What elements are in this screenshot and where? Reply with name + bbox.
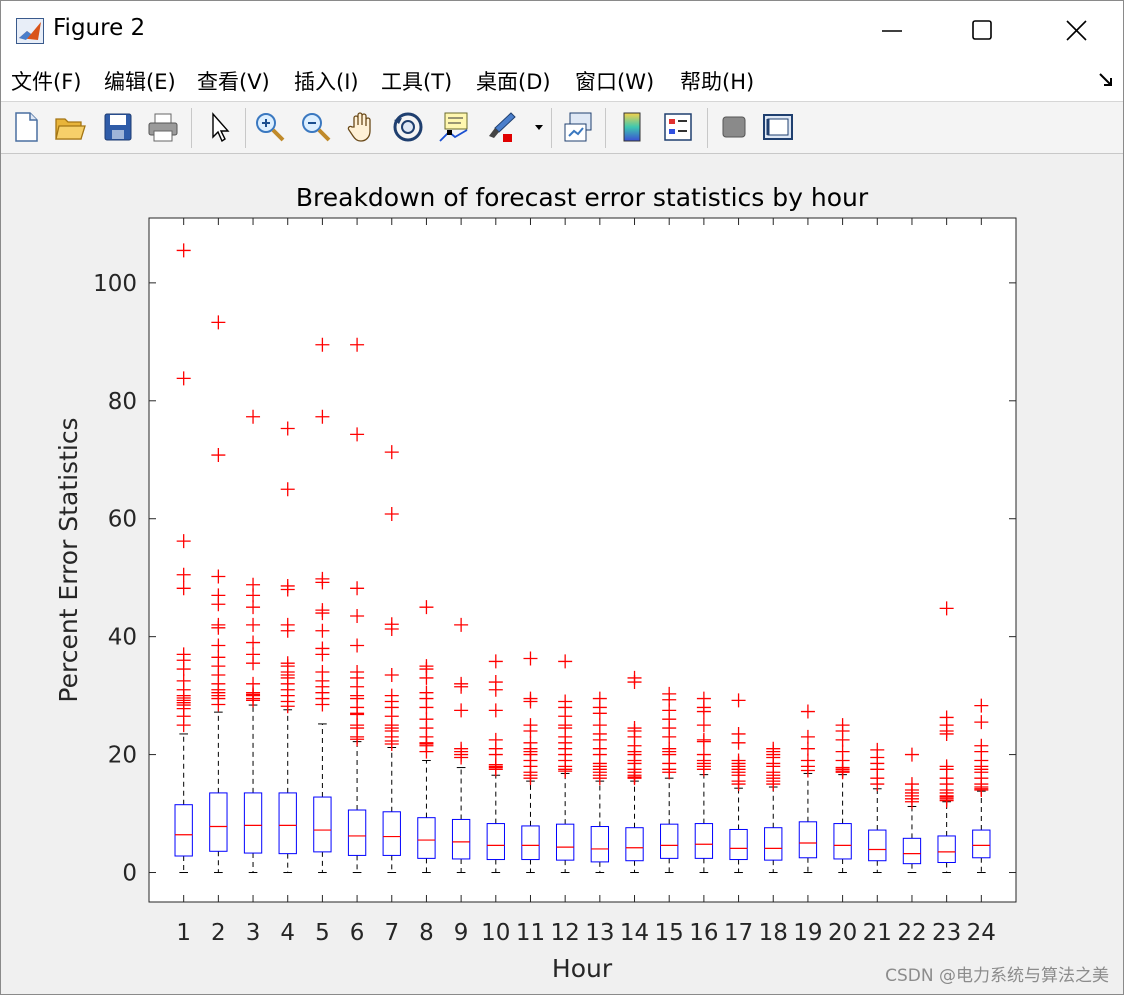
menu-file[interactable]: 文件(F) — [11, 66, 81, 96]
menu-tools[interactable]: 工具(T) — [381, 66, 452, 96]
brush-button[interactable] — [485, 110, 519, 144]
x-tick-label: 22 — [897, 920, 926, 946]
y-tick-label: 100 — [93, 271, 137, 297]
colorbar-button[interactable] — [615, 110, 649, 144]
colorbar-icon — [623, 112, 641, 142]
brush-icon — [489, 112, 516, 142]
chart-area: Breakdown of forecast error statistics b… — [1, 154, 1123, 994]
pan-hand-icon — [347, 112, 371, 142]
y-tick-label: 0 — [122, 861, 137, 887]
y-axis-label: Percent Error Statistics — [54, 417, 83, 702]
save-button[interactable] — [101, 110, 135, 144]
x-tick-label: 16 — [689, 920, 718, 946]
data-cursor-icon — [439, 112, 468, 142]
show-plot-tools-button[interactable] — [761, 110, 795, 144]
y-tick-label: 40 — [108, 625, 137, 651]
link-plot-button[interactable] — [561, 110, 595, 144]
new-figure-icon — [15, 112, 38, 142]
dock-arrow-icon[interactable] — [1097, 71, 1115, 89]
x-tick-label: 10 — [481, 920, 510, 946]
zoom-out-button[interactable] — [299, 110, 333, 144]
open-file-icon — [55, 118, 86, 140]
x-tick-label: 18 — [759, 920, 788, 946]
x-tick-label: 6 — [350, 920, 365, 946]
x-tick-label: 2 — [211, 920, 226, 946]
x-tick-label: 11 — [516, 920, 545, 946]
legend-icon — [664, 113, 692, 141]
close-icon — [1066, 20, 1087, 41]
zoom-out-icon — [302, 113, 331, 142]
menu-view[interactable]: 查看(V) — [197, 66, 270, 96]
boxplot-chart[interactable]: Breakdown of forecast error statistics b… — [1, 154, 1123, 994]
open-file-button[interactable] — [53, 110, 87, 144]
menu-insert[interactable]: 插入(I) — [294, 66, 359, 96]
brush-dropdown-icon[interactable] — [533, 122, 545, 132]
new-figure-button[interactable] — [9, 110, 43, 144]
x-tick-label: 9 — [454, 920, 469, 946]
rotate-3d-icon — [393, 112, 423, 142]
minimize-button[interactable] — [869, 11, 915, 51]
toolbar-separator — [191, 108, 192, 148]
zoom-in-icon — [256, 113, 285, 142]
toolbar-separator — [245, 108, 246, 148]
link-plot-icon — [564, 112, 592, 142]
y-tick-label: 60 — [108, 507, 137, 533]
select-button[interactable] — [203, 110, 237, 144]
x-tick-label: 1 — [176, 920, 191, 946]
x-tick-label: 5 — [315, 920, 330, 946]
x-axis-label: Hour — [552, 954, 613, 983]
menu-desktop[interactable]: 桌面(D) — [476, 66, 551, 96]
y-tick-label: 80 — [108, 389, 137, 415]
toolbar-separator — [605, 108, 606, 148]
figure-window: Figure 2 文件(F) 编辑(E) 查看(V) 插入(I) 工具(T) 桌… — [0, 0, 1124, 995]
figure-toolbar — [1, 102, 1123, 154]
x-tick-label: 4 — [280, 920, 295, 946]
x-tick-label: 20 — [828, 920, 857, 946]
minimize-icon — [882, 30, 902, 32]
x-tick-label: 19 — [793, 920, 822, 946]
window-title: Figure 2 — [53, 15, 146, 41]
menu-window[interactable]: 窗口(W) — [575, 66, 654, 96]
x-tick-label: 13 — [585, 920, 614, 946]
select-arrow-icon — [212, 112, 230, 143]
legend-button[interactable] — [661, 110, 695, 144]
menu-help[interactable]: 帮助(H) — [680, 66, 754, 96]
y-tick-label: 20 — [108, 743, 137, 769]
x-tick-label: 12 — [551, 920, 580, 946]
x-tick-label: 23 — [932, 920, 961, 946]
toolbar-separator — [551, 108, 552, 148]
show-plot-tools-icon — [763, 114, 793, 140]
menu-edit[interactable]: 编辑(E) — [104, 66, 176, 96]
maximize-icon — [972, 20, 992, 40]
x-tick-label: 17 — [724, 920, 753, 946]
x-tick-label: 7 — [384, 920, 399, 946]
x-tick-label: 14 — [620, 920, 649, 946]
watermark-text: CSDN @电力系统与算法之美 — [885, 966, 1109, 986]
close-button[interactable] — [1053, 11, 1099, 51]
zoom-in-button[interactable] — [253, 110, 287, 144]
save-icon — [104, 113, 132, 141]
x-tick-label: 3 — [246, 920, 261, 946]
chart-title: Breakdown of forecast error statistics b… — [296, 183, 869, 212]
maximize-button[interactable] — [959, 11, 1005, 51]
hide-plot-tools-button[interactable] — [717, 110, 751, 144]
hide-plot-tools-icon — [722, 116, 746, 138]
rotate-3d-button[interactable] — [391, 110, 425, 144]
toolbar-separator — [707, 108, 708, 148]
title-bar: Figure 2 — [1, 1, 1123, 59]
print-icon — [148, 113, 178, 142]
x-tick-label: 15 — [655, 920, 684, 946]
pan-button[interactable] — [345, 110, 379, 144]
data-cursor-button[interactable] — [437, 110, 471, 144]
x-tick-label: 24 — [967, 920, 996, 946]
menu-bar: 文件(F) 编辑(E) 查看(V) 插入(I) 工具(T) 桌面(D) 窗口(W… — [1, 59, 1123, 102]
print-button[interactable] — [146, 110, 180, 144]
x-tick-label: 21 — [863, 920, 892, 946]
matlab-logo-icon — [16, 18, 44, 44]
x-tick-label: 8 — [419, 920, 434, 946]
